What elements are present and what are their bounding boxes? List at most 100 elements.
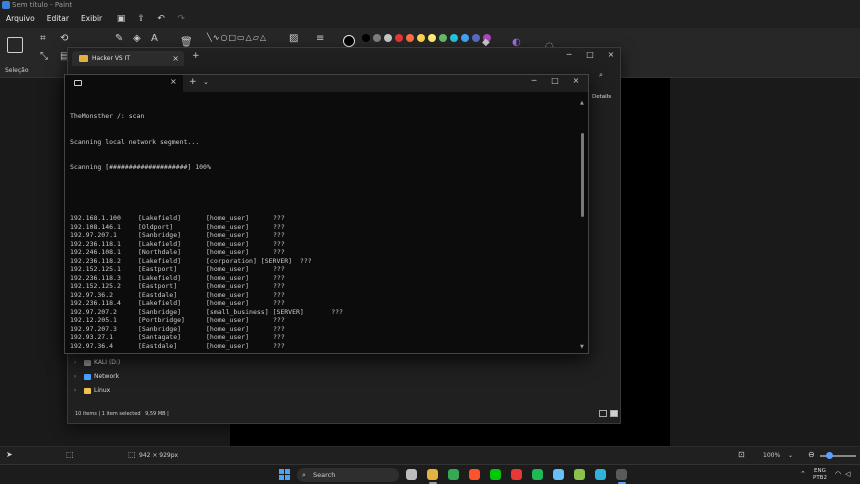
color-swatch[interactable] bbox=[406, 34, 414, 42]
chevron-up-icon[interactable]: ⌃ bbox=[800, 470, 806, 478]
color-swatch[interactable] bbox=[373, 34, 381, 42]
color-swatch[interactable] bbox=[417, 34, 425, 42]
color-swatch[interactable] bbox=[384, 34, 392, 42]
scan-status: ??? bbox=[273, 290, 285, 299]
color-swatch[interactable] bbox=[450, 34, 458, 42]
scan-results: 192.168.1.100 [Lakefield] [home_user]??? 19… bbox=[70, 214, 575, 351]
taskbar-search[interactable]: ⌕ Search bbox=[297, 468, 399, 482]
scan-result-row: 192.12.205.1 [Portbridge] [home_user]??? bbox=[70, 316, 575, 325]
chevron-right-icon[interactable]: › bbox=[74, 359, 76, 366]
wifi-icon[interactable]: ◠ bbox=[835, 470, 841, 478]
scan-result-row: 192.97.36.4 [Eastdale] [home_user]??? bbox=[70, 342, 575, 351]
color-swatch[interactable] bbox=[461, 34, 469, 42]
file-explorer-icon[interactable] bbox=[427, 469, 438, 480]
save-icon[interactable]: ▣ bbox=[114, 12, 128, 26]
linux-icon bbox=[84, 388, 91, 394]
red-app-icon[interactable] bbox=[511, 469, 522, 480]
location-tag: [Portbridge] bbox=[138, 316, 185, 324]
zoom-dropdown-icon[interactable]: ⌄ bbox=[788, 452, 793, 459]
menu-arquivo[interactable]: Arquivo bbox=[0, 10, 41, 28]
scan-result-row: 192.152.125.1 [Eastport] [home_user]??? bbox=[70, 265, 575, 274]
chevron-right-icon[interactable]: › bbox=[74, 373, 76, 380]
terminal-icon[interactable] bbox=[616, 469, 627, 480]
close-icon[interactable]: × bbox=[172, 51, 179, 66]
host-type-tag: [home_user] bbox=[206, 239, 250, 248]
shapes-icon[interactable]: ╲∿○□▭△▱△ bbox=[207, 33, 267, 43]
close-button[interactable]: × bbox=[568, 76, 584, 85]
brave-icon[interactable] bbox=[469, 469, 480, 480]
host-type-tag: [home_user] bbox=[206, 299, 250, 307]
details-button[interactable]: Details bbox=[592, 94, 611, 100]
color-swatch[interactable] bbox=[362, 34, 370, 42]
chevron-down-icon[interactable]: ⌄ bbox=[203, 78, 209, 86]
host-type-tag: [home_user] bbox=[206, 333, 250, 341]
location-tag: [Sanbridge] bbox=[138, 231, 182, 239]
maximize-button[interactable]: □ bbox=[583, 50, 597, 59]
host-type-tag: [corporation] [SERVER] ??? bbox=[206, 256, 312, 265]
host-type-tag: [home_user] bbox=[206, 350, 249, 351]
selection-tool-icon[interactable] bbox=[7, 37, 23, 53]
start-button[interactable] bbox=[279, 469, 291, 481]
scan-result-row: 192.236.118.3 [Lakefield] [home_user]??? bbox=[70, 274, 575, 283]
scrollbar-thumb[interactable] bbox=[581, 133, 584, 217]
rotate-icon[interactable]: ⟲ bbox=[60, 34, 68, 44]
primary-color-swatch[interactable] bbox=[343, 35, 355, 47]
explorer-tab[interactable]: Hacker VS IT × bbox=[72, 51, 184, 66]
shape-outline-icon[interactable]: ▨ bbox=[289, 34, 298, 44]
crop-icon[interactable]: ⌗ bbox=[40, 34, 46, 44]
text-icon[interactable]: A bbox=[151, 34, 158, 44]
minimize-button[interactable]: ─ bbox=[562, 50, 576, 59]
robinhood-icon[interactable] bbox=[490, 469, 501, 480]
ip-address: 192.236.118.1 bbox=[70, 239, 121, 248]
fill-icon[interactable]: ◈ bbox=[133, 34, 141, 44]
zoom-out-icon[interactable]: ⊖ bbox=[808, 450, 815, 459]
close-icon[interactable]: × bbox=[170, 77, 177, 86]
explorer-tab-title: Hacker VS IT bbox=[92, 55, 131, 62]
edge-icon[interactable] bbox=[595, 469, 606, 480]
minimize-button[interactable]: ─ bbox=[526, 76, 542, 85]
notepad-icon[interactable] bbox=[574, 469, 585, 480]
color-swatch[interactable] bbox=[428, 34, 436, 42]
location-tag: [Eastport] bbox=[138, 265, 178, 273]
menu-editar[interactable]: Editar bbox=[41, 10, 75, 28]
tiles-view-icon[interactable] bbox=[610, 410, 618, 417]
pencil-icon[interactable]: ✎ bbox=[115, 34, 123, 44]
explorer-statusbar: 10 items | 1 item selected 9,59 MB | bbox=[75, 411, 169, 417]
chrome-icon[interactable] bbox=[448, 469, 459, 480]
ip-address: 192.97.36.2 bbox=[70, 290, 114, 299]
location-tag: [Northdale] bbox=[138, 248, 182, 256]
search-icon[interactable]: ⌕ bbox=[599, 71, 603, 80]
terminal-output[interactable]: TheMonsther /: scan Scanning local netwo… bbox=[70, 95, 575, 351]
task-view-icon[interactable] bbox=[406, 469, 417, 480]
menu-exibir[interactable]: Exibir bbox=[75, 10, 108, 28]
volume-icon[interactable]: ◁ bbox=[845, 470, 850, 478]
details-view-icon[interactable] bbox=[599, 410, 607, 417]
terminal-scrollbar[interactable]: ▲ ▼ bbox=[580, 100, 585, 350]
color-swatch[interactable] bbox=[439, 34, 447, 42]
new-tab-button[interactable]: + bbox=[189, 77, 197, 87]
scroll-down-icon[interactable]: ▼ bbox=[580, 344, 584, 350]
scan-result-row: 192.236.118.4 [Lakefield] [home_user]??? bbox=[70, 299, 575, 308]
undo-icon[interactable]: ↶ bbox=[154, 12, 168, 26]
resize-icon[interactable]: ⤡ bbox=[40, 52, 48, 62]
scroll-up-icon[interactable]: ▲ bbox=[580, 100, 584, 106]
new-tab-button[interactable]: + bbox=[192, 51, 200, 61]
fit-icon[interactable]: ⊡ bbox=[738, 450, 745, 459]
location-tag: [Eastdale] bbox=[138, 350, 177, 351]
close-button[interactable]: × bbox=[604, 50, 618, 59]
share-icon[interactable]: ⇪ bbox=[134, 12, 148, 26]
location-tag: [Sanbridge] bbox=[138, 324, 182, 333]
spotify-icon[interactable] bbox=[532, 469, 543, 480]
input-language[interactable]: ENG PTB2 bbox=[813, 468, 827, 481]
ip-address: 192.97.36.4 bbox=[70, 341, 114, 350]
zoom-level[interactable]: 100% bbox=[763, 452, 780, 459]
chevron-right-icon[interactable]: › bbox=[74, 387, 76, 394]
color-swatch[interactable] bbox=[472, 34, 480, 42]
color-swatch[interactable] bbox=[395, 34, 403, 42]
steam-icon[interactable] bbox=[553, 469, 564, 480]
maximize-button[interactable]: □ bbox=[547, 76, 563, 85]
redo-icon[interactable]: ↷ bbox=[174, 12, 188, 26]
stroke-size-icon[interactable]: ≡ bbox=[316, 34, 324, 44]
zoom-slider-handle[interactable] bbox=[826, 452, 833, 459]
terminal-tab[interactable]: × bbox=[65, 75, 183, 92]
